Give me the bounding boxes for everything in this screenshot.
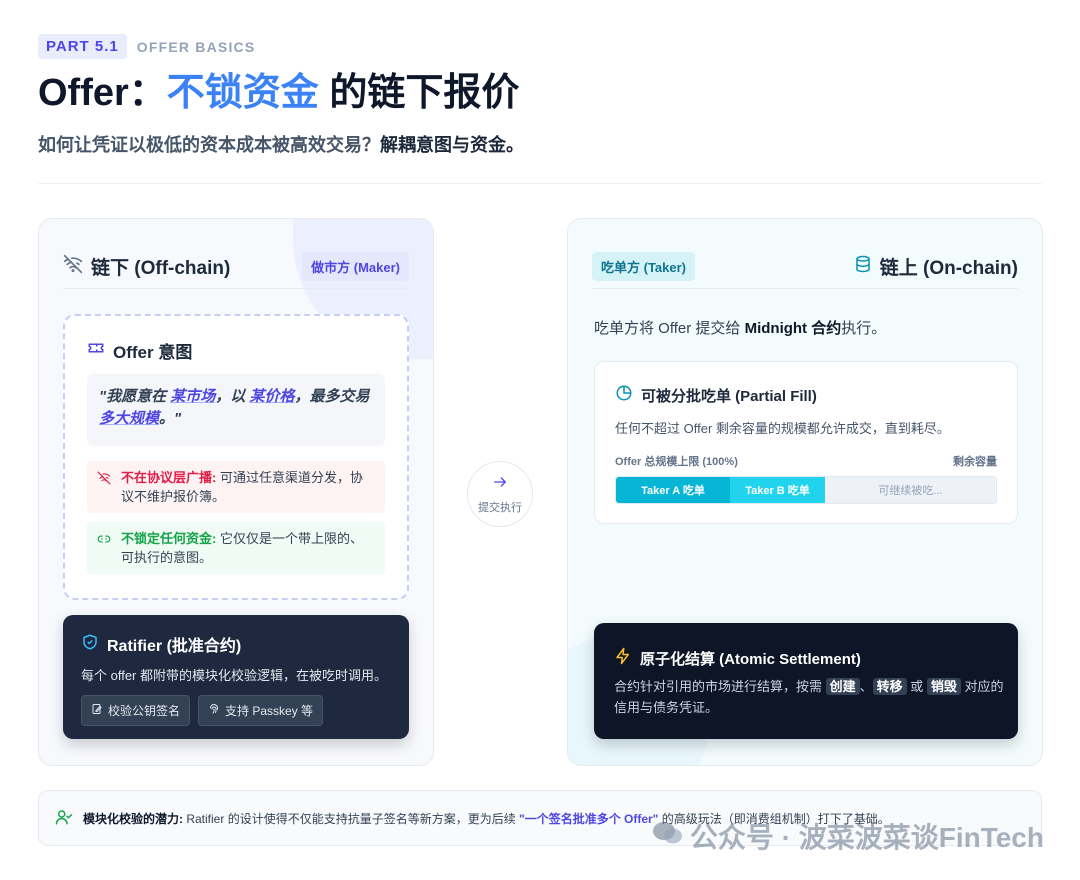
wechat-icon: [652, 820, 682, 853]
title-accent: 不锁资金: [166, 72, 319, 114]
fingerprint-icon: [208, 703, 220, 718]
capacity-bar: Taker A 吃单 Taker B 吃单 可继续被吃...: [615, 476, 997, 504]
onchain-desc-part: 执行。: [841, 320, 887, 337]
title-suffix: 的链下报价: [318, 72, 520, 114]
remaining-segment: 可继续被吃...: [878, 485, 943, 497]
quote-part: ，最多交易: [294, 388, 370, 405]
unlink-icon: [97, 532, 111, 552]
passkey-chip: 支持 Passkey 等: [198, 695, 324, 726]
verify-signature-label: 校验公钥签名: [108, 704, 181, 718]
midnight-contract-text: Midnight 合约: [744, 320, 842, 337]
onchain-desc: 吃单方将 Offer 提交给 Midnight 合约执行。: [594, 317, 886, 338]
wifi-off-icon: [97, 471, 111, 491]
taker-role-badge: 吃单方 (Taker): [592, 252, 695, 281]
no-broadcast-note: 不在协议层广播: 可通过任意渠道分发，协议不维护报价簿。: [87, 461, 385, 513]
offer-intent-title-text: Offer 意图: [113, 343, 193, 362]
no-lock-key: 不锁定任何资金:: [121, 531, 217, 546]
offer-intent-card: Offer 意图 "我愿意在 某市场，以 某价格，最多交易 多大规模。" 不在协…: [63, 314, 409, 600]
footer-text-part: Ratifier 的设计使得不仅能支持抗量子签名等新方案，更为后续: [186, 811, 520, 826]
shield-check-icon: [81, 633, 99, 656]
no-broadcast-key: 不在协议层广播:: [121, 470, 217, 485]
part-subtitle: OFFER BASICS: [136, 38, 256, 55]
pie-chart-icon: [615, 384, 633, 406]
onchain-panel: 吃单方 (Taker) 链上 (On-chain) 吃单方将 Offer 提交给…: [567, 218, 1043, 766]
atomic-settlement-title-text: 原子化结算 (Atomic Settlement): [640, 650, 861, 668]
watermark: 公众号 · 波菜波菜谈FinTech: [652, 816, 1044, 856]
ratifier-title: Ratifier (批准合约): [81, 632, 241, 656]
watermark-text: 公众号 · 波菜波菜谈FinTech: [689, 822, 1044, 853]
offchain-title-text: 链下 (Off-chain): [91, 258, 231, 279]
partial-fill-card: 可被分批吃单 (Partial Fill) 任何不超过 Offer 剩余容量的规…: [594, 361, 1018, 524]
maker-role-badge: 做市方 (Maker): [302, 252, 409, 281]
wifi-off-icon: [63, 254, 83, 280]
footer-highlight: "一个签名批准多个 Offer": [519, 811, 659, 826]
ticket-icon: [87, 339, 105, 362]
verify-signature-chip: 校验公钥签名: [81, 695, 191, 726]
onchain-desc-part: 吃单方将 Offer 提交给: [594, 320, 745, 337]
onchain-title: 链上 (On-chain): [854, 253, 1018, 280]
offchain-panel: 链下 (Off-chain) 做市方 (Maker) Offer 意图 "我愿意…: [38, 218, 434, 766]
title-prefix: Offer：: [38, 72, 167, 114]
partial-fill-title-text: 可被分批吃单 (Partial Fill): [641, 387, 817, 405]
edit-document-icon: [91, 703, 103, 718]
quote-part: "我愿意在: [99, 388, 171, 405]
ratifier-desc: 每个 offer 都附带的模块化校验逻辑，在被吃时调用。: [81, 668, 388, 683]
ratifier-title-text: Ratifier (批准合约): [107, 638, 242, 655]
onchain-title-text: 链上 (On-chain): [879, 258, 1018, 279]
database-icon: [854, 255, 872, 279]
arrow-right-icon: [492, 474, 508, 495]
submit-execute-connector: 提交执行: [467, 461, 533, 527]
atomic-settlement-desc: 合约针对引用的市场进行结算，按需 创建、转移 或 销毁 对应的信用与债务凭证。: [614, 677, 1004, 719]
offchain-panel-header: 链下 (Off-chain) 做市方 (Maker): [63, 245, 409, 289]
atomic-desc-part: 、: [859, 679, 873, 694]
quote-part: 。": [159, 409, 182, 427]
part-badge: PART 5.1: [38, 34, 127, 59]
lightning-icon: [614, 647, 632, 669]
submit-execute-label: 提交执行: [478, 501, 522, 514]
passkey-label: 支持 Passkey 等: [225, 704, 314, 718]
burn-keyword: 销毁: [926, 678, 961, 695]
taker-b-segment: Taker B 吃单: [730, 477, 825, 503]
atomic-settlement-card: 原子化结算 (Atomic Settlement) 合约针对引用的市场进行结算，…: [594, 623, 1018, 739]
transfer-keyword: 转移: [872, 678, 907, 695]
partial-fill-desc: 任何不超过 Offer 剩余容量的规模都允许成交，直到耗尽。: [615, 421, 950, 436]
ratifier-card: Ratifier (批准合约) 每个 offer 都附带的模块化校验逻辑，在被吃…: [63, 615, 409, 739]
page-header: PART 5.1 OFFER BASICS Offer：不锁资金 的链下报价 如…: [38, 34, 1042, 157]
taker-a-segment: Taker A 吃单: [616, 477, 730, 503]
header-divider: [38, 183, 1042, 184]
quote-highlight-market: 某市场: [170, 388, 216, 405]
quote-highlight-size: 多大规模: [99, 409, 160, 427]
onchain-panel-header: 吃单方 (Taker) 链上 (On-chain): [592, 245, 1018, 289]
offer-intent-title: Offer 意图: [87, 338, 192, 363]
offchain-title: 链下 (Off-chain): [63, 253, 230, 280]
atomic-settlement-title: 原子化结算 (Atomic Settlement): [614, 647, 861, 669]
create-keyword: 创建: [825, 678, 860, 695]
partial-fill-title: 可被分批吃单 (Partial Fill): [615, 384, 817, 406]
user-check-icon: [55, 808, 73, 829]
footer-label: 模块化校验的潜力:: [83, 811, 183, 826]
intent-quote: "我愿意在 某市场，以 某价格，最多交易 多大规模。": [87, 374, 385, 446]
quote-part: ，以: [215, 388, 250, 405]
subtitle-bold: 解耦意图与资金。: [380, 134, 524, 155]
quote-highlight-price: 某价格: [249, 388, 295, 405]
atomic-desc-part: 合约针对引用的市场进行结算，按需: [614, 679, 826, 694]
no-lock-note: 不锁定任何资金: 它仅仅是一个带上限的、可执行的意图。: [87, 522, 385, 574]
page-title: Offer：不锁资金 的链下报价: [38, 71, 1042, 117]
capacity-label-right: 剩余容量: [953, 456, 997, 468]
capacity-label-left: Offer 总规模上限 (100%): [615, 456, 738, 468]
atomic-desc-part: 或: [906, 679, 927, 694]
page-subtitle: 如何让凭证以极低的资本成本被高效交易？解耦意图与资金。: [38, 131, 1042, 157]
part-badge-row: PART 5.1 OFFER BASICS: [38, 34, 1042, 59]
subtitle-plain: 如何让凭证以极低的资本成本被高效交易？: [38, 134, 380, 155]
ratifier-chips: 校验公钥签名 支持 Passkey 等: [81, 695, 324, 726]
